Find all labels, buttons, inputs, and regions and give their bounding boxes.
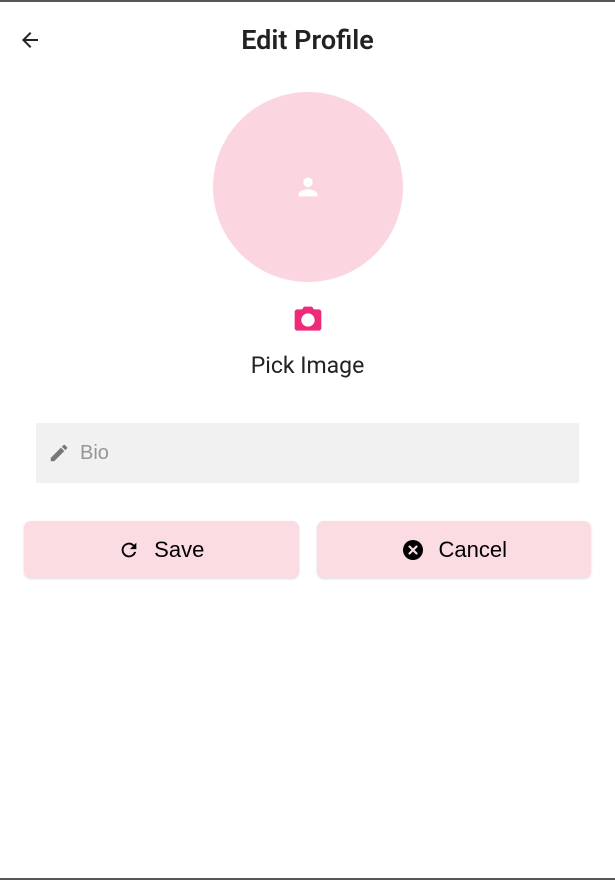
cancel-icon [401,538,425,562]
save-button-label: Save [154,537,204,563]
button-row: Save Cancel [0,521,615,578]
avatar-placeholder[interactable] [213,92,403,282]
pick-image-button[interactable] [292,304,324,336]
save-button[interactable]: Save [24,521,299,578]
form-section [0,423,615,483]
refresh-icon [118,539,140,561]
cancel-button[interactable]: Cancel [317,521,592,578]
camera-icon [292,304,324,336]
cancel-button-label: Cancel [439,537,507,563]
pick-image-label: Pick Image [251,352,365,379]
bio-input[interactable] [80,442,567,465]
page-title: Edit Profile [241,24,374,56]
avatar-section: Pick Image [0,92,615,379]
back-button[interactable] [18,28,42,52]
arrow-back-icon [18,28,42,52]
edit-icon [48,442,70,464]
person-icon [294,173,322,201]
bio-field-container [36,423,579,483]
header: Edit Profile [0,10,615,70]
